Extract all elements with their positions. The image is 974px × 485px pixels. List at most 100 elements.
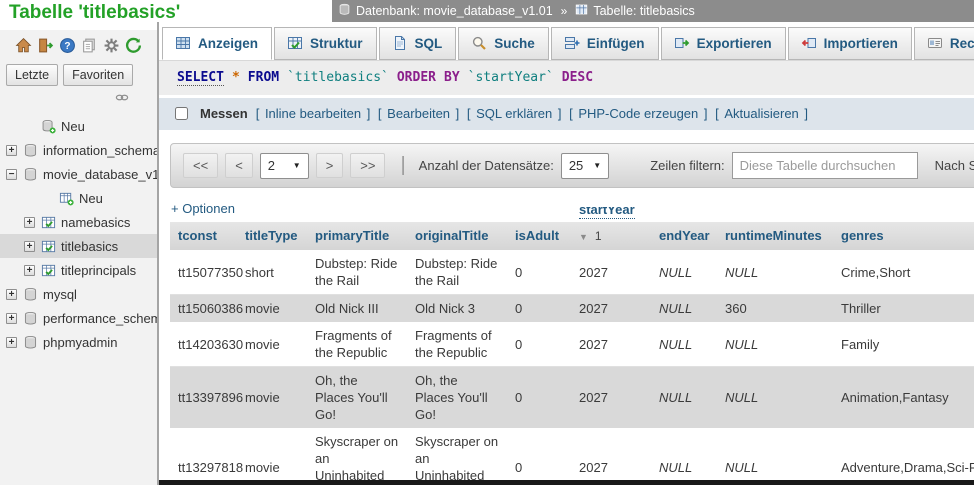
cell-primarytitle[interactable]: Skyscraper on an Uninhabited Island 3 xyxy=(307,428,407,485)
last-page-button[interactable]: >> xyxy=(350,153,386,178)
table-search-input[interactable] xyxy=(731,152,918,179)
sidebar-item-namebasics[interactable]: + namebasics xyxy=(0,210,157,234)
column-header-endyear[interactable]: endYear xyxy=(651,222,717,250)
cell-endyear[interactable]: NULL xyxy=(651,366,717,428)
sidebar-item-performance-schema[interactable]: + performance_schema xyxy=(0,306,157,330)
refresh-icon[interactable] xyxy=(125,37,142,54)
cell-titletype[interactable]: short xyxy=(237,250,307,295)
help-icon[interactable]: ? xyxy=(59,37,76,54)
cell-originaltitle[interactable]: Old Nick 3 xyxy=(407,294,507,322)
cell-originaltitle[interactable]: Fragments of the Republic xyxy=(407,322,507,367)
cell-genres[interactable]: Thriller xyxy=(833,294,974,322)
cell-startyear[interactable]: 2027 xyxy=(571,294,651,322)
cell-originaltitle[interactable]: Oh, the Places You'll Go! xyxy=(407,366,507,428)
cell-genres[interactable]: Adventure,Drama,Sci-Fi xyxy=(833,428,974,485)
sidebar-item-movie-database-v1-01[interactable]: − movie_database_v1.01 xyxy=(0,162,157,186)
expand-icon[interactable]: + xyxy=(6,144,17,156)
cell-endyear[interactable]: NULL xyxy=(651,250,717,295)
cell-runtimeminutes[interactable]: NULL xyxy=(717,322,833,367)
cell-startyear[interactable]: 2027 xyxy=(571,250,651,295)
next-page-button[interactable]: > xyxy=(315,153,344,178)
expand-icon[interactable]: + xyxy=(24,264,35,276)
column-header-runtimeminutes[interactable]: runtimeMinutes xyxy=(717,222,833,250)
cell-startyear[interactable]: 2027 xyxy=(571,366,651,428)
cell-primarytitle[interactable]: Oh, the Places You'll Go! xyxy=(307,366,407,428)
sidebar-item-information-schema[interactable]: + information_schema xyxy=(0,138,157,162)
cell-runtimeminutes[interactable]: 360 xyxy=(717,294,833,322)
tab-einf-gen[interactable]: Einfügen xyxy=(550,27,659,60)
tab-suche[interactable]: Suche xyxy=(458,27,549,60)
cell-runtimeminutes[interactable]: NULL xyxy=(717,366,833,428)
tab-importieren[interactable]: Importieren xyxy=(787,27,912,60)
cell-endyear[interactable]: NULL xyxy=(651,322,717,367)
sidebar-item-neu[interactable]: Neu xyxy=(0,114,157,138)
cell-isadult[interactable]: 0 xyxy=(507,250,571,295)
sql-keyword-link[interactable]: SELECT xyxy=(177,70,224,86)
sidebar-item-mysql[interactable]: + mysql xyxy=(0,282,157,306)
page-select[interactable]: 2 ▼ xyxy=(259,152,309,179)
expand-icon[interactable]: + xyxy=(6,288,17,300)
cell-genres[interactable]: Crime,Short xyxy=(833,250,974,295)
exit-icon[interactable] xyxy=(37,37,54,54)
link-aktualisieren[interactable]: Aktualisieren xyxy=(724,106,798,121)
tab-anzeigen[interactable]: Anzeigen xyxy=(162,27,273,60)
home-icon[interactable] xyxy=(15,37,32,54)
column-header-originaltitle[interactable]: originalTitle xyxy=(407,222,507,250)
cell-startyear[interactable]: 2027 xyxy=(571,428,651,485)
expand-icon[interactable]: + xyxy=(6,336,17,348)
tab-exportieren[interactable]: Exportieren xyxy=(660,27,786,60)
cell-titletype[interactable]: movie xyxy=(237,294,307,322)
tab-struktur[interactable]: Struktur xyxy=(274,27,377,60)
prev-page-button[interactable]: < xyxy=(225,153,253,178)
expand-icon[interactable]: + xyxy=(24,216,35,228)
link-php-code-erzeugen[interactable]: PHP-Code erzeugen xyxy=(578,106,698,121)
column-header-genres[interactable]: genres xyxy=(833,222,974,250)
cell-isadult[interactable]: 0 xyxy=(507,294,571,322)
cell-tconst[interactable]: tt13297818 xyxy=(170,428,243,485)
favorite-tables-button[interactable]: Favoriten xyxy=(63,64,134,86)
cell-primarytitle[interactable]: Old Nick III xyxy=(307,294,407,322)
link-bearbeiten[interactable]: Bearbeiten xyxy=(387,106,450,121)
breadcrumb-table-link[interactable]: Tabelle: titlebasics xyxy=(593,4,694,18)
column-header-tconst[interactable]: tconst xyxy=(170,222,237,250)
cell-runtimeminutes[interactable]: NULL xyxy=(717,250,833,295)
tab-sql[interactable]: SQL xyxy=(378,27,457,60)
cell-primarytitle[interactable]: Dubstep: Ride the Rail xyxy=(307,250,407,295)
gear-icon[interactable] xyxy=(103,37,120,54)
cell-endyear[interactable]: NULL xyxy=(651,294,717,322)
cell-titletype[interactable]: movie xyxy=(237,322,307,367)
cell-originaltitle[interactable]: Skyscraper on an Uninhabited Island 3 xyxy=(407,428,507,485)
cell-genres[interactable]: Animation,Fantasy xyxy=(833,366,974,428)
column-header-startyear[interactable]: startYear ▼ 1 xyxy=(571,207,651,250)
cell-titletype[interactable]: movie xyxy=(237,428,307,485)
cell-tconst[interactable]: tt14203630 xyxy=(170,322,243,367)
recent-tables-button[interactable]: Letzte xyxy=(6,64,59,86)
cell-titletype[interactable]: movie xyxy=(237,366,307,428)
breadcrumb-database-link[interactable]: Datenbank: movie_database_v1.01 xyxy=(356,4,553,18)
sidebar-item-phpmyadmin[interactable]: + phpmyadmin xyxy=(0,330,157,354)
column-header-primarytitle[interactable]: primaryTitle xyxy=(307,222,407,250)
profiling-checkbox[interactable] xyxy=(175,107,188,120)
cell-isadult[interactable]: 0 xyxy=(507,366,571,428)
sidebar-item-titlebasics[interactable]: + titlebasics xyxy=(0,234,157,258)
expand-icon[interactable]: + xyxy=(24,240,35,252)
cell-primarytitle[interactable]: Fragments of the Republic xyxy=(307,322,407,367)
docs-icon[interactable] xyxy=(81,37,98,54)
cell-genres[interactable]: Family xyxy=(833,322,974,367)
cell-startyear[interactable]: 2027 xyxy=(571,322,651,367)
cell-isadult[interactable]: 0 xyxy=(507,428,571,485)
column-header-titletype[interactable]: titleType xyxy=(237,222,307,250)
link-sql-erkl-ren[interactable]: SQL erklären xyxy=(476,106,552,121)
cell-tconst[interactable]: tt15060386 xyxy=(170,294,243,322)
collapse-icon[interactable]: − xyxy=(6,168,17,180)
records-count-select[interactable]: 25 ▼ xyxy=(560,152,610,179)
expand-icon[interactable]: + xyxy=(6,312,17,324)
cell-endyear[interactable]: NULL xyxy=(651,428,717,485)
cell-originaltitle[interactable]: Dubstep: Ride the Rail xyxy=(407,250,507,295)
link-inline-bearbeiten[interactable]: Inline bearbeiten xyxy=(265,106,361,121)
column-header-isadult[interactable]: isAdult xyxy=(507,222,571,250)
options-toggle-link[interactable]: + Optionen xyxy=(171,201,235,216)
first-page-button[interactable]: << xyxy=(183,153,219,178)
sidebar-item-titleprincipals[interactable]: + titleprincipals xyxy=(0,258,157,282)
sidebar-item-neu[interactable]: Neu xyxy=(0,186,157,210)
